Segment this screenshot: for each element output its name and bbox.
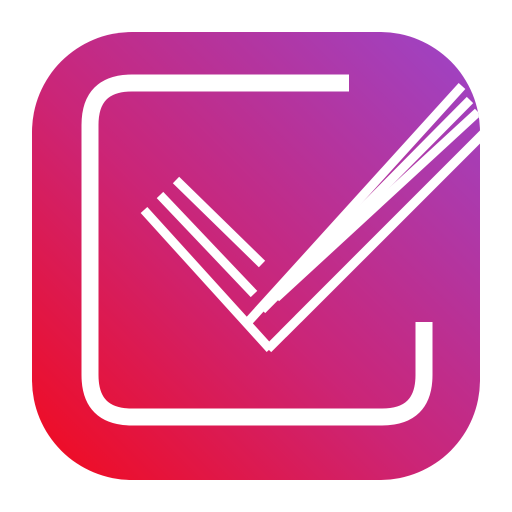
app-icon-canvas (0, 0, 512, 512)
checklist-app-icon (32, 32, 480, 480)
